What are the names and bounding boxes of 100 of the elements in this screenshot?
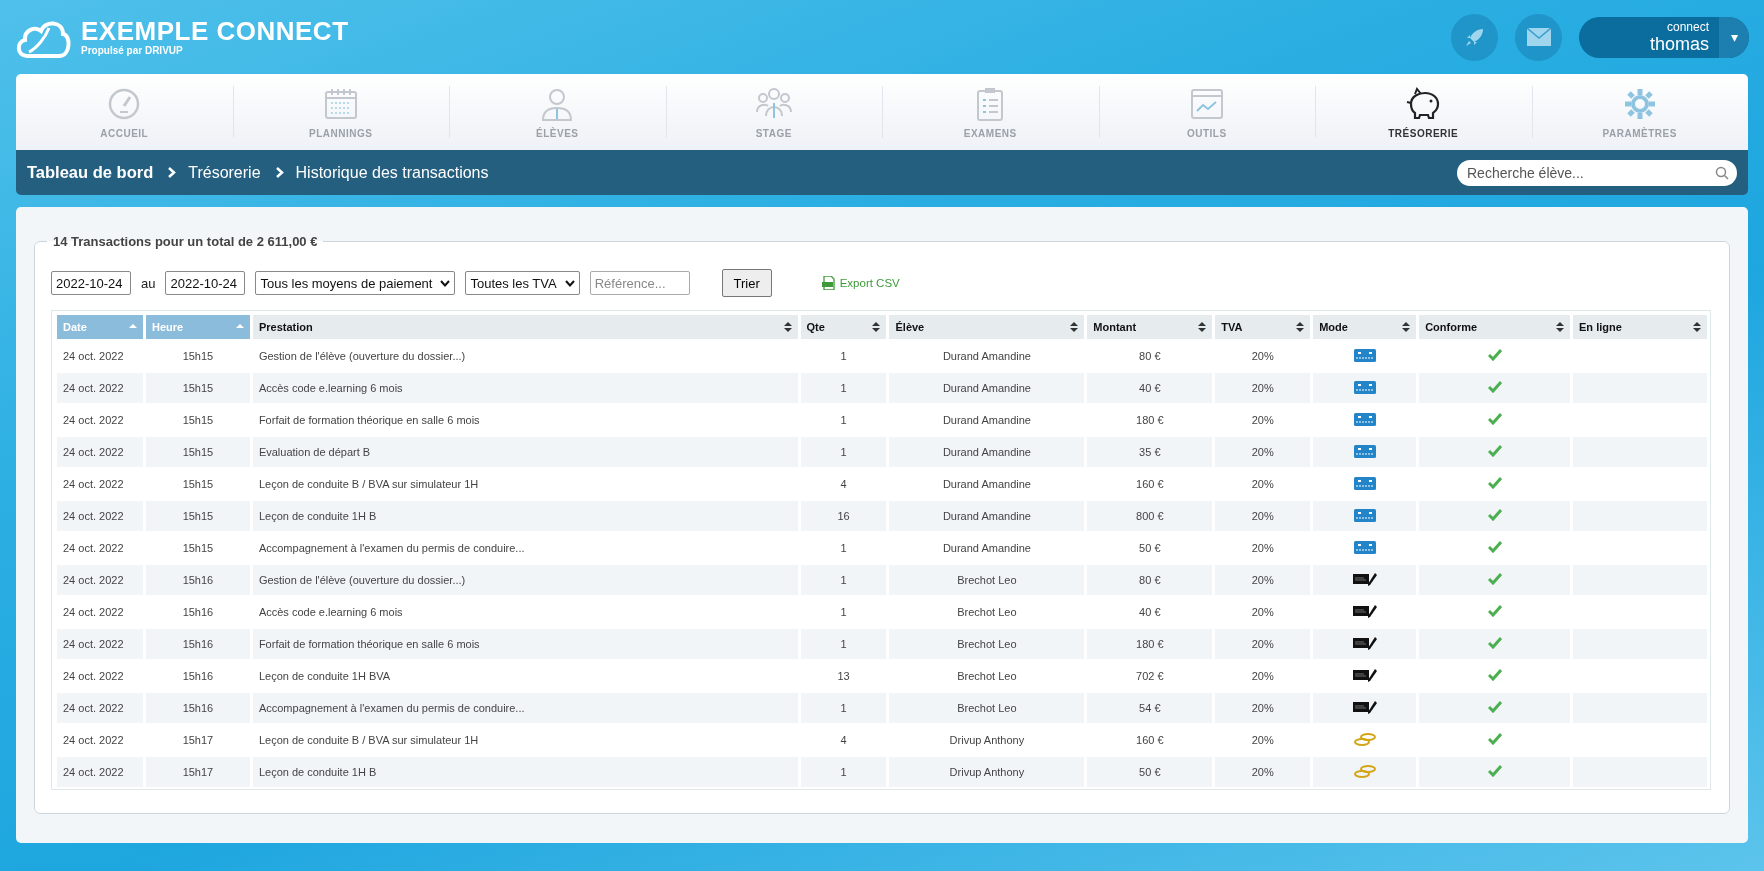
- column-header[interactable]: Mode: [1313, 315, 1417, 339]
- table-cell-text: 15h16: [181, 605, 215, 620]
- table-cell: 54 €: [1087, 693, 1213, 723]
- column-header[interactable]: Qte: [800, 315, 887, 339]
- table-cell-text: 20%: [1250, 413, 1275, 428]
- reference-field[interactable]: Référence...: [589, 271, 690, 295]
- table-cell-text: 24 oct. 2022: [62, 669, 125, 684]
- column-header[interactable]: TVA: [1215, 315, 1311, 339]
- export-csv-link[interactable]: Export CSV: [821, 276, 900, 290]
- table-cell: 15h15: [145, 437, 250, 467]
- table-cell: 20%: [1215, 757, 1311, 787]
- table-cell: 35 €: [1087, 437, 1213, 467]
- table-cell: 15h16: [145, 565, 250, 595]
- table-cell-text: 15h15: [181, 349, 215, 364]
- column-header[interactable]: En ligne: [1573, 315, 1707, 339]
- column-header[interactable]: Élève: [889, 315, 1085, 339]
- sort-icon: [1198, 322, 1207, 332]
- breadcrumb-link[interactable]: Historique des transactions: [295, 163, 489, 182]
- table-cell-text: 4: [839, 477, 848, 492]
- table-cell-text: 40 €: [1138, 605, 1162, 620]
- table-cell: Durand Amandine: [889, 501, 1085, 531]
- table-cell: Forfait de formation théorique en salle 6 mois: [252, 629, 798, 659]
- breadcrumb-link[interactable]: Trésorerie: [188, 163, 261, 182]
- column-header[interactable]: Prestation: [252, 315, 798, 339]
- table-cell: Leçon de conduite 1H B: [252, 501, 798, 531]
- table-cell: 15h15: [145, 373, 250, 403]
- sort-icon: [1693, 322, 1701, 332]
- table-cell: 50 €: [1087, 757, 1213, 787]
- table-cell-text: Leçon de conduite B / BVA sur simulateur 1H: [257, 477, 480, 492]
- table-cell: 1: [800, 629, 887, 659]
- search-field[interactable]: Recherche élève...: [1457, 159, 1737, 186]
- table-cell-text: Durand Amandine: [941, 349, 1032, 364]
- sort-icon: [783, 322, 792, 332]
- table-cell-text: Brechot Leo: [956, 669, 1018, 684]
- table-cell: 40 €: [1087, 373, 1213, 403]
- table-cell-text: 20%: [1250, 349, 1275, 364]
- piggy-bank-icon: [1405, 85, 1442, 122]
- table-cell-text: Durand Amandine: [941, 413, 1032, 428]
- chevron-right-icon: [274, 167, 284, 178]
- envelope-icon: [1526, 28, 1551, 46]
- vat-dropdown[interactable]: Toutes les TVA: [465, 271, 580, 295]
- table-cell-text: 180 €: [1135, 413, 1165, 428]
- table-cell: 24 oct. 2022: [57, 501, 143, 531]
- table-cell: 1: [800, 373, 887, 403]
- table-cell-text: 24 oct. 2022: [62, 349, 125, 364]
- table-cell: Brechot Leo: [889, 565, 1085, 595]
- table-cell-text: 20%: [1250, 733, 1275, 748]
- table-cell: Drivup Anthony: [889, 757, 1085, 787]
- payment-method-dropdown[interactable]: Tous les moyens de paiement: [255, 271, 456, 295]
- table-cell: Durand Amandine: [889, 437, 1085, 467]
- table-cell: 24 oct. 2022: [57, 757, 143, 787]
- sort-icon: [872, 322, 881, 332]
- mail-button[interactable]: [1515, 13, 1562, 61]
- sort-icon: [1556, 322, 1564, 332]
- table-cell: 800 €: [1087, 501, 1213, 531]
- table-cell: 16: [800, 501, 887, 531]
- table-cell-text: 4: [839, 733, 848, 748]
- panel-legend: 14 Transactions pour un total de 2 611,00 €: [47, 234, 324, 249]
- table-cell: Durand Amandine: [889, 373, 1085, 403]
- table-cell: Gestion de l'élève (ouverture du dossier...): [252, 565, 798, 595]
- table-cell-text: 1: [839, 413, 848, 428]
- table-cell: Accès code e.learning 6 mois: [252, 373, 798, 403]
- table-cell: Brechot Leo: [889, 693, 1085, 723]
- table-cell: 1: [800, 565, 887, 595]
- app-title: EXEMPLE CONNECT: [81, 17, 349, 45]
- sort-icon: [1402, 322, 1411, 332]
- table-cell-text: 160 €: [1135, 477, 1165, 492]
- table-cell: 15h16: [145, 629, 250, 659]
- chevron-right-icon: [167, 167, 177, 178]
- column-header[interactable]: Conforme: [1419, 315, 1570, 339]
- table-cell-text: 15h15: [181, 413, 215, 428]
- table-cell: 1: [800, 693, 887, 723]
- table-cell-text: 20%: [1250, 477, 1275, 492]
- table-cell-text: Durand Amandine: [941, 477, 1032, 492]
- table-cell: 1: [800, 757, 887, 787]
- app-subtitle: Propulsé par DRIVUP: [81, 45, 184, 57]
- table-cell: 24 oct. 2022: [57, 629, 143, 659]
- table-cell: 24 oct. 2022: [57, 693, 143, 723]
- date-to-field[interactable]: 2022-10-24: [165, 271, 246, 295]
- table-cell-text: Leçon de conduite B / BVA sur simulateur 1H: [257, 733, 480, 748]
- table-cell: 20%: [1215, 373, 1311, 403]
- table-cell-text: Drivup Anthony: [948, 733, 1026, 748]
- date-from-field[interactable]: 2022-10-24: [51, 271, 131, 295]
- nav-tab[interactable]: TRÉSORERIE: [1315, 74, 1532, 150]
- table-cell-text: 15h17: [181, 733, 215, 748]
- column-header[interactable]: Montant: [1087, 315, 1213, 339]
- table-cell-text: Brechot Leo: [956, 605, 1018, 620]
- table-cell: 24 oct. 2022: [57, 373, 143, 403]
- table-cell-text: 1: [839, 605, 848, 620]
- table-cell-text: 702 €: [1135, 669, 1165, 684]
- table-cell-text: Leçon de conduite 1H BVA: [257, 669, 392, 684]
- user-menu-button[interactable]: connect thomas ▾: [1579, 16, 1749, 58]
- sort-button[interactable]: Trier: [721, 269, 772, 297]
- date-separator-label: au: [141, 275, 156, 291]
- table-cell-text: 15h15: [181, 477, 215, 492]
- breadcrumb-link[interactable]: Tableau de bord: [27, 163, 154, 182]
- table-cell: 1: [800, 437, 887, 467]
- table-cell: Accompagnement à l'examen du permis de conduire...: [252, 693, 798, 723]
- rocket-button[interactable]: [1451, 13, 1498, 61]
- table-cell-text: Accompagnement à l'examen du permis de conduire...: [257, 541, 526, 556]
